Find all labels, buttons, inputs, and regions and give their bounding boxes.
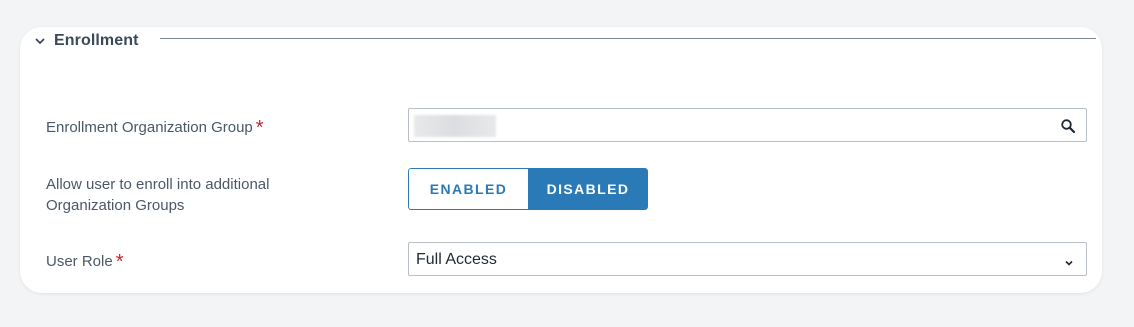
user-role-select[interactable]: Full Access [408,242,1087,276]
chevron-down-icon[interactable] [1064,255,1074,266]
chevron-down-icon[interactable] [32,33,48,49]
enrollment-card: Enrollment Enrollment Organization Group… [20,27,1102,293]
user-role-value: Full Access [416,251,497,268]
additional-groups-label-line2: Organization Groups [46,197,185,214]
section-title: Enrollment [54,32,139,49]
enrollment-toggle: ENABLED DISABLED [408,168,648,210]
redacted-value [414,115,496,137]
additional-groups-label-line1: Allow user to enroll into additional [46,176,270,193]
search-icon[interactable] [1060,118,1076,134]
required-marker: * [255,117,264,139]
org-group-label: Enrollment Organization Group * [46,116,264,138]
section-divider [160,38,1096,39]
disabled-button[interactable]: DISABLED [528,168,648,210]
user-role-label: User Role * [46,250,123,272]
user-role-label-text: User Role [46,253,113,270]
org-group-input[interactable] [408,108,1087,142]
enabled-button[interactable]: ENABLED [408,168,528,210]
required-marker: * [115,251,124,273]
org-group-label-text: Enrollment Organization Group [46,119,253,136]
additional-groups-label: Allow user to enroll into additional Org… [46,174,269,216]
section-header[interactable]: Enrollment [32,29,139,53]
